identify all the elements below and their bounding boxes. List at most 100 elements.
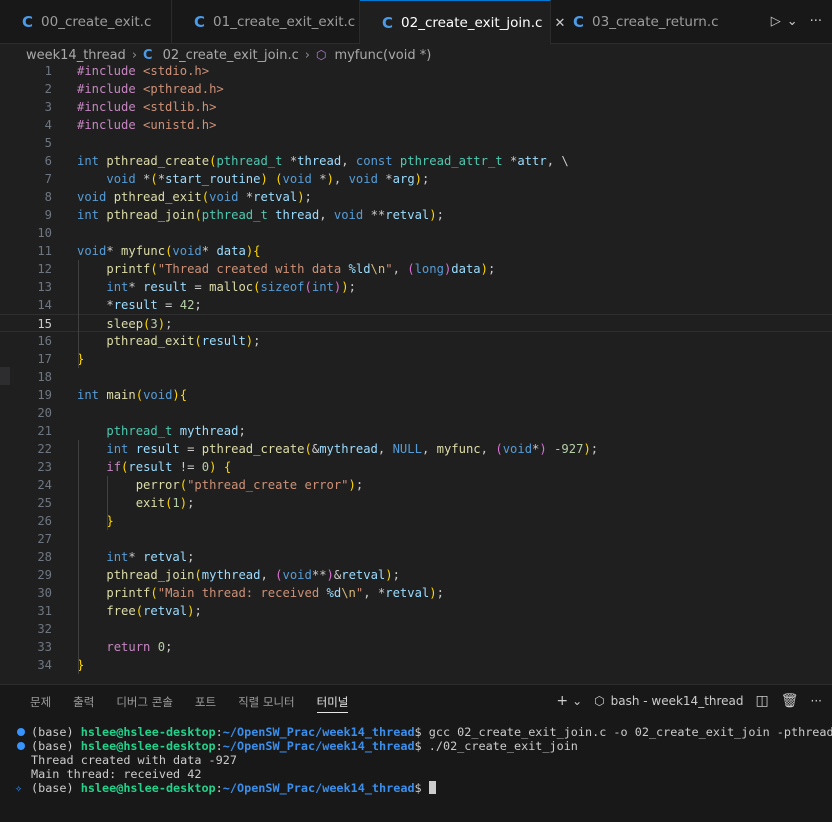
tab-03-create-return[interactable]: C 03_create_return.c [551, 0, 751, 44]
line-number: 33 [37, 640, 52, 654]
indent-guide [78, 260, 79, 368]
tab-output[interactable]: 출력 [73, 691, 94, 713]
split-terminal-icon[interactable]: ◫ [756, 693, 769, 709]
terminal-colon: : [215, 739, 223, 753]
code-line[interactable]: 16 pthread_exit(result); [0, 332, 832, 350]
code-line[interactable]: 8 void pthread_exit(void *retval); [0, 188, 832, 206]
tab-ports[interactable]: 포트 [195, 691, 216, 713]
code-line[interactable]: 5 [0, 134, 832, 152]
chevron-right-icon: › [304, 47, 310, 63]
terminal-name[interactable]: bash - week14_thread [611, 694, 744, 708]
code-line[interactable]: 27 [0, 530, 832, 548]
code-line[interactable]: 26 } [0, 512, 832, 530]
code-text: printf("Thread created with data %ld\n",… [106, 262, 496, 276]
code-line[interactable]: 7 void *(*start_routine) (void *), void … [0, 170, 832, 188]
tab-00-create-exit[interactable]: C 00_create_exit.c [0, 0, 172, 44]
code-text: if(result != 0) { [106, 460, 232, 474]
tab-terminal[interactable]: 터미널 [316, 691, 349, 713]
command-status-dot-icon[interactable] [17, 728, 25, 736]
line-number: 32 [37, 622, 52, 636]
code-line[interactable]: 14 *result = 42; [0, 296, 832, 314]
tab-01-create-exit-exit[interactable]: C 01_create_exit_exit.c [172, 0, 360, 44]
terminal-user: hslee@hslee-desktop [80, 725, 216, 739]
sparkle-icon[interactable]: ✧ [15, 781, 22, 795]
code-editor[interactable]: 1 #include <stdio.h> 2 #include <pthread.h>… [0, 62, 832, 682]
code-line[interactable]: 19 int main(void){ [0, 386, 832, 404]
code-line[interactable]: 15 sleep(3); [0, 314, 832, 332]
panel-tabs: 문제 출력 디버그 콘솔 포트 직렬 모니터 터미널 [30, 691, 370, 713]
line-number: 4 [44, 118, 52, 132]
c-file-icon: C [143, 47, 153, 63]
chevron-down-icon[interactable]: ⌄ [572, 694, 582, 708]
code-line[interactable]: 25 exit(1); [0, 494, 832, 512]
code-text: return 0; [106, 640, 173, 654]
code-line[interactable]: 18 [0, 368, 832, 386]
code-text: pthread_join(mythread, (void**)&retval); [106, 568, 400, 582]
tab-serial-monitor[interactable]: 직렬 모니터 [238, 691, 295, 713]
code-text: *result = 42; [77, 298, 202, 312]
code-line[interactable]: 3 #include <stdlib.h> [0, 98, 832, 116]
code-line[interactable]: 11 void* myfunc(void* data){ [0, 242, 832, 260]
code-line[interactable]: 6 int pthread_create(pthread_t *thread, c… [0, 152, 832, 170]
line-number: 3 [44, 100, 52, 114]
trash-icon[interactable]: 🗑 [781, 693, 799, 709]
run-icon[interactable]: ▷ [771, 14, 781, 29]
line-number: 5 [44, 136, 52, 150]
code-line[interactable]: 9 int pthread_join(pthread_t thread, void… [0, 206, 832, 224]
more-icon[interactable]: ··· [811, 694, 822, 708]
code-line[interactable]: 22 int result = pthread_create(&mythread… [0, 440, 832, 458]
tab-02-create-exit-join[interactable]: C 02_create_exit_join.c ✕ [360, 0, 565, 45]
line-number: 6 [44, 154, 52, 168]
code-line[interactable]: 10 [0, 224, 832, 242]
code-line[interactable]: 12 printf("Thread created with data %ld\… [0, 260, 832, 278]
code-line[interactable]: 33 return 0; [0, 638, 832, 656]
code-line[interactable]: 28 int* retval; [0, 548, 832, 566]
code-line[interactable]: 2 #include <pthread.h> [0, 80, 832, 98]
code-line[interactable]: 31 free(retval); [0, 602, 832, 620]
terminal-colon: : [215, 725, 223, 739]
line-number: 7 [44, 172, 52, 186]
code-line[interactable]: 29 pthread_join(mythread, (void**)&retva… [0, 566, 832, 584]
c-file-icon: C [22, 13, 34, 31]
line-number: 26 [37, 514, 52, 528]
code-line[interactable]: 24 perror("pthread_create error"); [0, 476, 832, 494]
editor-actions: ▷ ⌄ ··· [771, 14, 822, 29]
code-line[interactable]: 32 [0, 620, 832, 638]
terminal-output[interactable]: (base) hslee@hslee-desktop:~/OpenSW_Prac… [0, 725, 832, 795]
code-line[interactable]: 21 pthread_t mythread; [0, 422, 832, 440]
code-line[interactable]: 4 #include <unistd.h> [0, 116, 832, 134]
code-text: void pthread_exit(void *retval); [77, 190, 312, 204]
code-line[interactable]: 17} [0, 350, 832, 368]
tab-debug-console[interactable]: 디버그 콘솔 [116, 691, 173, 713]
terminal-env: (base) [31, 739, 81, 753]
code-line[interactable]: 34} [0, 656, 832, 674]
line-number: 12 [37, 262, 52, 276]
code-text: int* result = malloc(sizeof(int)); [106, 280, 356, 294]
line-number: 9 [44, 208, 52, 222]
line-number: 22 [37, 442, 52, 456]
code-line[interactable]: 13 int* result = malloc(sizeof(int)); [0, 278, 832, 296]
code-text: int main(void){ [77, 388, 188, 402]
tab-label: 03_create_return.c [592, 14, 719, 30]
code-line[interactable]: 30 printf("Main thread: received %d\n", … [0, 584, 832, 602]
terminal-command: gcc 02_create_exit_join.c -o 02_create_e… [428, 725, 832, 739]
code-text: pthread_exit(result); [106, 334, 261, 348]
breadcrumb-folder[interactable]: week14_thread [26, 48, 126, 63]
command-status-dot-icon[interactable] [17, 742, 25, 750]
code-line[interactable]: 20 [0, 404, 832, 422]
code-text: printf("Main thread: received %d\n", *re… [106, 586, 444, 600]
plus-icon[interactable]: + [556, 693, 568, 709]
code-text: #include <unistd.h> [77, 118, 217, 132]
code-line[interactable]: 23 if(result != 0) { [0, 458, 832, 476]
tab-problems[interactable]: 문제 [30, 691, 51, 713]
line-number: 23 [37, 460, 52, 474]
breadcrumb-symbol[interactable]: myfunc(void *) [334, 48, 431, 63]
more-icon[interactable]: ··· [810, 14, 822, 29]
chevron-down-icon[interactable]: ⌄ [787, 14, 798, 29]
c-file-icon: C [382, 14, 394, 32]
code-line[interactable]: 1 #include <stdio.h> [0, 62, 832, 80]
line-number: 24 [37, 478, 52, 492]
line-number: 2 [44, 82, 52, 96]
code-text: } [106, 514, 114, 528]
breadcrumb-file[interactable]: 02_create_exit_join.c [163, 48, 299, 63]
